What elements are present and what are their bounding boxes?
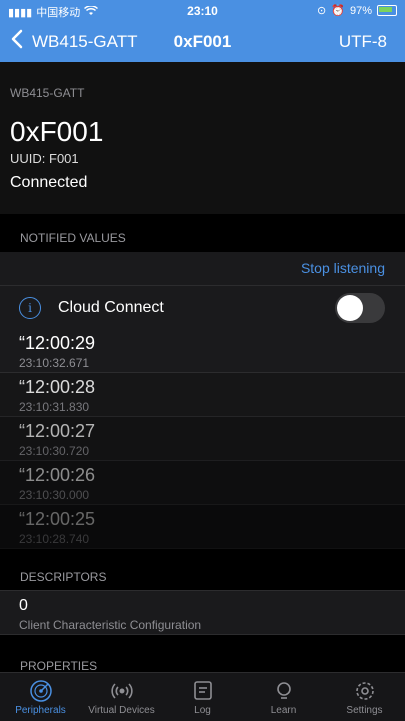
notified-timestamp: 23:10:31.830: [19, 400, 90, 414]
alarm-icon: ⏰: [331, 5, 345, 17]
notified-timestamp: 23:10:30.000: [19, 488, 90, 502]
connection-status: Connected: [10, 174, 88, 191]
tab-learn[interactable]: Learn: [243, 673, 324, 721]
battery-percent: 97%: [349, 4, 372, 17]
orientation-lock-icon: ⊙: [317, 5, 327, 17]
tab-settings[interactable]: Settings: [324, 673, 405, 721]
tab-label: Learn: [270, 705, 297, 716]
notified-timestamp: 23:10:28.740: [19, 532, 90, 546]
tab-label: Virtual Devices: [88, 705, 155, 716]
service-name: WB415-GATT: [10, 86, 85, 100]
tab-virtual-devices[interactable]: Virtual Devices: [81, 673, 162, 721]
notified-value-row: “12:00:26 23:10:30.000: [0, 461, 405, 505]
notified-timestamp: 23:10:32.671: [19, 356, 90, 370]
notified-value: “12:00:25: [19, 509, 96, 529]
descriptor-row[interactable]: 0 Client Characteristic Configuration: [0, 590, 405, 635]
status-right: ⊙ ⏰ 97%: [317, 4, 397, 17]
notified-value-row: “12:00:28 23:10:31.830: [0, 373, 405, 417]
back-button[interactable]: WB415-GATT: [32, 32, 137, 52]
chevron-left-icon[interactable]: [10, 28, 24, 56]
notified-value: “12:00:26: [19, 465, 96, 485]
notified-value-row: “12:00:27 23:10:30.720: [0, 417, 405, 461]
navigation-bar: WB415-GATT 0xF001 UTF-8: [0, 22, 405, 62]
tab-peripherals[interactable]: Peripherals: [0, 673, 81, 721]
cloud-connect-label: Cloud Connect: [58, 299, 164, 316]
tab-label: Settings: [346, 705, 383, 716]
toggle-knob: [337, 295, 363, 321]
characteristic-header: WB415-GATT 0xF001 UUID: F001 Connected: [0, 62, 405, 214]
characteristic-uuid: UUID: F001: [10, 151, 79, 166]
descriptor-value: 0: [19, 597, 28, 614]
properties-header: PROPERTIES: [20, 659, 98, 673]
battery-icon: [377, 5, 397, 16]
stop-listening-button[interactable]: Stop listening: [301, 260, 385, 276]
descriptors-header: DESCRIPTORS: [20, 570, 107, 584]
learn-icon: [276, 682, 291, 699]
tab-label: Log: [194, 705, 211, 716]
broadcast-icon: [110, 683, 133, 699]
notified-values-header: NOTIFIED VALUES: [20, 231, 126, 245]
tab-label: Peripherals: [15, 705, 66, 716]
cloud-connect-toggle[interactable]: [335, 293, 385, 323]
notified-value-row: “12:00:25 23:10:28.740: [0, 505, 405, 549]
notified-value-row: “12:00:29 23:10:32.671: [0, 329, 405, 373]
tab-bar: Peripherals Virtual Devices Log Learn Se…: [0, 672, 405, 721]
characteristic-name: 0xF001: [10, 116, 104, 147]
gear-icon: [355, 682, 374, 700]
descriptor-label: Client Characteristic Configuration: [19, 618, 202, 632]
log-icon: [193, 681, 212, 700]
status-bar: ▮▮▮▮ 中国移动 23:10 ⊙ ⏰ 97%: [0, 0, 405, 22]
radar-icon: [29, 680, 52, 702]
notified-value: “12:00:28: [19, 377, 96, 397]
cloud-connect-row: i Cloud Connect: [0, 285, 405, 330]
notified-timestamp: 23:10:30.720: [19, 444, 90, 458]
notified-value: “12:00:27: [19, 421, 96, 441]
notified-value: “12:00:29: [19, 333, 96, 353]
info-icon[interactable]: i: [19, 297, 41, 319]
tab-log[interactable]: Log: [162, 673, 243, 721]
encoding-button[interactable]: UTF-8: [339, 32, 387, 52]
